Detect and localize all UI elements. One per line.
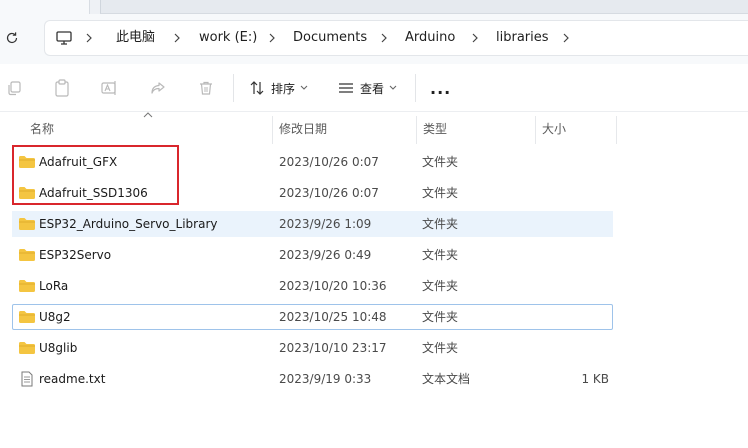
file-modified: 2023/10/10 23:17 [279,341,387,355]
file-row[interactable]: readme.txt 2023/9/19 0:33 文本文档 1 KB [12,366,613,392]
file-name: readme.txt [39,372,106,386]
file-modified: 2023/10/26 0:07 [279,186,379,200]
file-modified: 2023/10/26 0:07 [279,155,379,169]
share-icon [151,82,165,94]
folder-icon [19,218,35,230]
file-size [543,181,609,205]
breadcrumb-separator-icon[interactable] [380,21,388,55]
file-size [543,336,609,360]
view-label: 查看 [360,81,385,96]
column-divider[interactable] [616,116,617,144]
breadcrumb-separator-icon[interactable] [562,21,570,55]
column-header-modified[interactable]: 修改日期 [273,116,327,144]
column-header-type[interactable]: 类型 [417,116,447,144]
breadcrumb-documents[interactable]: Documents [293,21,367,55]
breadcrumb-separator-icon[interactable] [268,21,276,55]
file-row[interactable]: ESP32_Arduino_Servo_Library 2023/9/26 1:… [12,211,613,237]
sort-icon [250,81,264,95]
text-file-icon [21,371,33,387]
file-size [543,243,609,267]
sort-button[interactable]: 排序 [249,76,308,100]
file-size [543,274,609,298]
folder-icon [19,311,35,323]
refresh-button[interactable] [2,28,22,48]
column-header-size[interactable]: 大小 [536,116,566,144]
folder-icon [19,280,35,292]
chevron-down-icon [300,85,308,90]
more-options-button[interactable]: ... [430,76,451,100]
file-size: 1 KB [581,372,609,386]
rename-button[interactable] [100,78,120,98]
file-type: 文件夹 [422,310,459,324]
file-name: U8g2 [39,310,71,324]
tab-strip [0,0,748,14]
breadcrumb-libraries[interactable]: libraries [496,21,549,55]
file-modified: 2023/9/19 0:33 [279,372,372,386]
file-type: 文件夹 [422,155,459,169]
breadcrumb-arduino[interactable]: Arduino [405,21,455,55]
file-name: LoRa [39,279,69,293]
toolbar-divider [233,74,234,102]
file-name: ESP32_Arduino_Servo_Library [39,217,218,231]
file-name: U8glib [39,341,78,355]
file-type: 文件夹 [422,248,459,262]
file-modified: 2023/9/26 1:09 [279,217,372,231]
view-button[interactable]: 查看 [338,76,397,100]
computer-icon [56,31,72,45]
view-list-icon [339,83,353,93]
file-name: ESP32Servo [39,248,112,262]
file-size [543,150,609,174]
file-type: 文件夹 [422,279,459,293]
annotation-highlight-box [12,145,179,205]
paste-icon [55,79,69,97]
folder-icon [19,249,35,261]
copy-button[interactable] [4,78,24,98]
toolbar-divider [415,74,416,102]
rename-icon [101,81,116,95]
column-header-row: 名称 修改日期 类型 大小 [0,112,748,144]
tab-strip-background [100,0,748,14]
folder-icon [19,342,35,354]
chevron-down-icon [389,85,397,90]
active-tab[interactable] [0,0,90,14]
file-row[interactable]: ESP32Servo 2023/9/26 0:49 文件夹 [12,242,613,268]
file-row[interactable]: U8glib 2023/10/10 23:17 文件夹 [12,335,613,361]
file-modified: 2023/9/26 0:49 [279,248,372,262]
breadcrumb-this-pc[interactable]: 此电脑 [116,21,155,55]
file-size [543,212,609,236]
file-modified: 2023/10/25 10:48 [279,310,387,324]
column-header-name[interactable]: 名称 [24,116,54,144]
trash-icon [200,81,212,95]
file-type: 文件夹 [422,341,459,355]
file-size [543,305,609,329]
file-type: 文件夹 [422,186,459,200]
navigation-bar: 此电脑 work (E:) Documents Arduino librarie… [0,14,748,64]
breadcrumb-separator-icon[interactable] [85,21,93,55]
paste-button[interactable] [52,78,72,98]
file-row[interactable]: LoRa 2023/10/20 10:36 文件夹 [12,273,613,299]
file-modified: 2023/10/20 10:36 [279,279,387,293]
sort-label: 排序 [271,81,296,96]
copy-icon [8,81,21,96]
more-options-icon: ... [430,78,452,98]
share-button[interactable] [148,78,168,98]
breadcrumb-separator-icon[interactable] [173,21,181,55]
file-row[interactable]: U8g2 2023/10/25 10:48 文件夹 [12,304,613,330]
file-type: 文件夹 [422,217,459,231]
delete-button[interactable] [196,78,216,98]
file-type: 文本文档 [422,372,471,386]
command-bar: 排序 查看 ... [0,64,748,112]
breadcrumb-separator-icon[interactable] [471,21,479,55]
breadcrumb-drive[interactable]: work (E:) [199,21,257,55]
refresh-icon [6,32,18,44]
sort-ascending-icon [143,112,153,118]
address-bar[interactable]: 此电脑 work (E:) Documents Arduino librarie… [44,20,748,56]
